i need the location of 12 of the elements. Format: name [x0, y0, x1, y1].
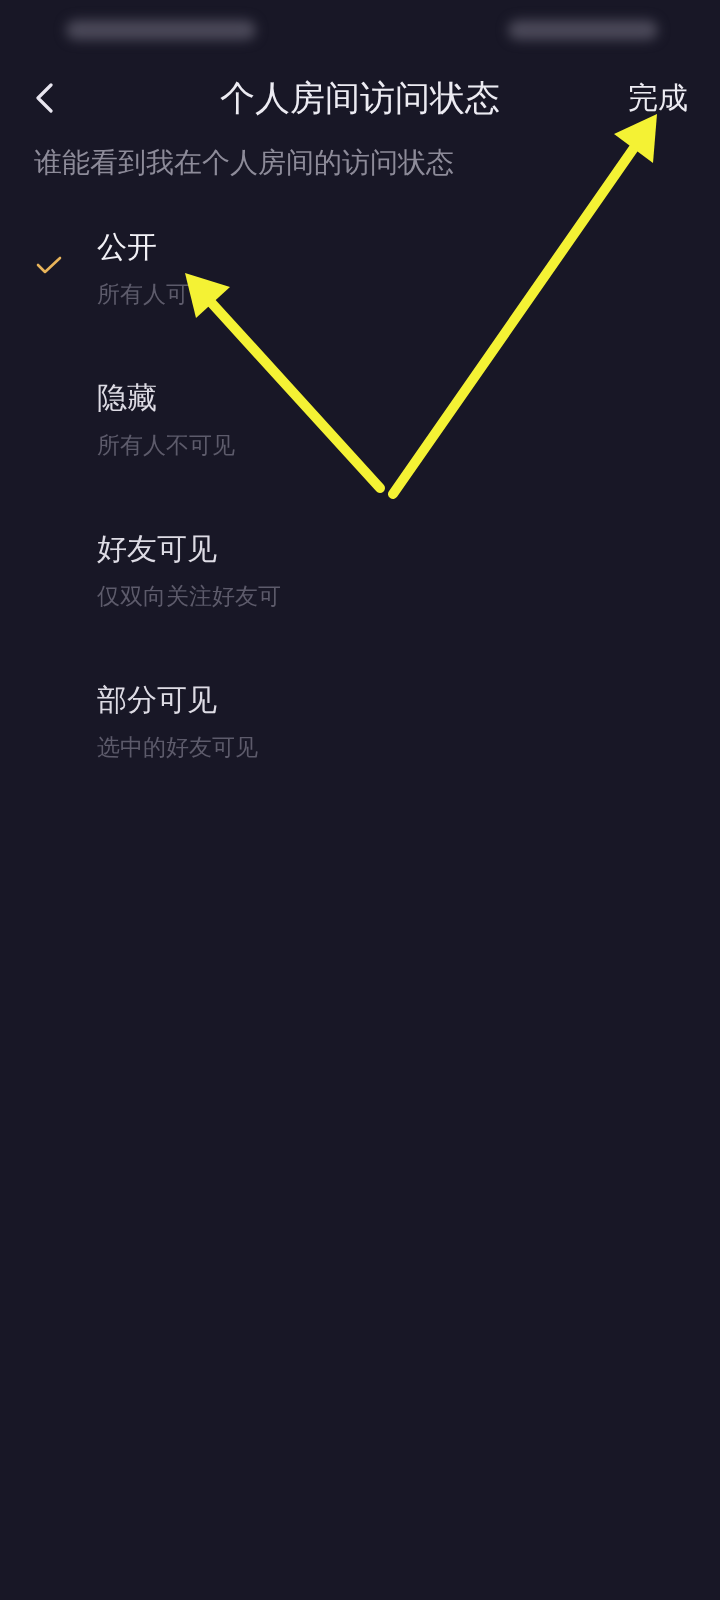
option-title[interactable]: 部分可见: [97, 680, 217, 720]
done-button[interactable]: 完成: [628, 78, 688, 118]
option-description: 所有人可: [97, 280, 189, 309]
option-title[interactable]: 隐藏: [97, 378, 157, 418]
page-title: 个人房间访问状态: [220, 78, 500, 118]
back-icon[interactable]: [35, 83, 53, 113]
option-title[interactable]: 好友可见: [97, 529, 217, 569]
section-prompt: 谁能看到我在个人房间的访问状态: [33, 145, 455, 181]
option-description: 仅双向关注好友可: [97, 582, 281, 611]
option-description: 选中的好友可见: [97, 733, 258, 762]
option-title[interactable]: 公开: [97, 227, 157, 267]
option-description: 所有人不可见: [97, 431, 235, 460]
